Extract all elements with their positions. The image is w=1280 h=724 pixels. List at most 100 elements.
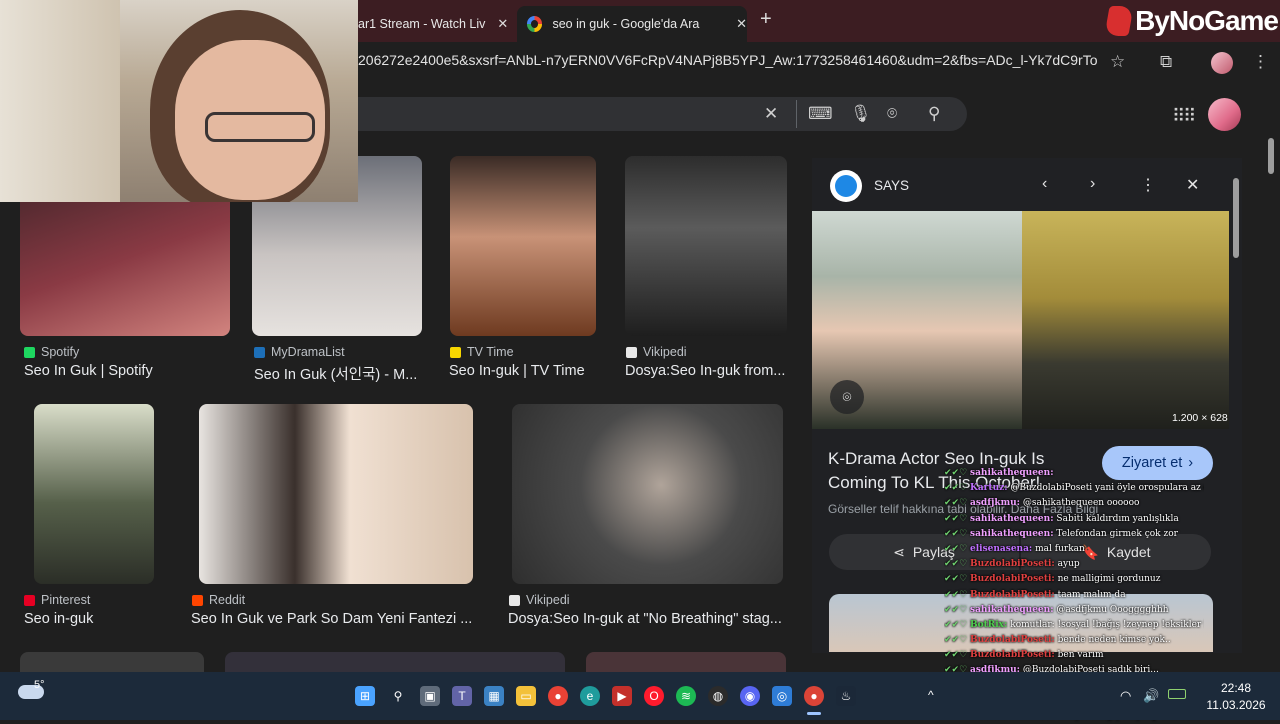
image-dimensions: 1.200 × 628 [1172,412,1228,424]
tvtime-icon [450,346,461,358]
chat-username: BotRix: [970,619,1008,630]
chat-text: bende neden kimse yok.. [1057,635,1171,646]
preview-image[interactable] [812,211,1229,429]
reddit-icon [192,594,203,606]
site-logo [830,170,862,202]
result-image[interactable] [225,652,565,672]
result-image[interactable] [20,652,204,672]
search-input[interactable] [340,97,967,131]
start-icon[interactable]: ⊞ [355,686,375,706]
result-image[interactable] [199,404,473,584]
widgets-icon[interactable]: ▦ [484,686,504,706]
chat-message: ✔✔♡ sahikathequeen: Telefondan girmek ço… [944,527,1204,542]
battery-icon[interactable] [1168,689,1186,699]
edge-icon[interactable]: e [580,686,600,706]
site-name[interactable]: SAYS [874,178,909,193]
system-clock[interactable]: 22:48 11.03.2026 [1200,680,1272,714]
chat-badge-icon: ✔✔♡ [944,650,971,661]
divider [796,100,797,128]
tab-stream[interactable]: ar1 Stream - Watch Liv ✕ [340,6,510,42]
chat-username: BuzdolabiPoseti: [970,650,1055,661]
time: 22:48 [1220,681,1252,695]
temperature: 5° [34,679,45,691]
result-title[interactable]: Seo In-guk | TV Time [449,363,599,379]
chat-username: BuzdolabiPoseti: [970,559,1055,570]
chat-message: ✔✔♡ elisenasena: mal furkan [944,542,1204,557]
obs-icon[interactable]: ◍ [708,686,728,706]
chat-badge-icon: ✔✔♡ [944,513,971,524]
discord-icon[interactable]: ◉ [740,686,760,706]
teams-icon[interactable]: T [452,686,472,706]
chat-message: ✔✔♡ BuzdolabiPoseti: taam malım da [944,588,1204,603]
next-icon[interactable]: › [1090,175,1095,193]
microphone-icon[interactable]: 🎙 [850,104,872,124]
wikipedia-icon [626,346,637,358]
result-source[interactable]: Pinterest [24,593,90,607]
previous-icon[interactable]: ‹ [1042,175,1047,193]
chat-message: ✔✔♡ sahikathequeen: Sabiti kaldırdım yan… [944,512,1204,527]
pinterest-icon [24,594,35,606]
wifi-icon[interactable]: ◠ [1120,688,1131,704]
search-icon[interactable]: ⚲ [388,686,408,706]
result-image[interactable] [450,156,596,336]
result-title[interactable]: Seo In Guk (서인국) - M... [254,363,424,384]
close-icon[interactable]: ✕ [736,16,747,32]
menu-kebab-icon[interactable]: ⋮ [1252,52,1269,72]
result-image[interactable] [625,156,787,336]
keyboard-icon[interactable]: ⌨ [808,104,833,124]
chat-message: ✔✔♡ BuzdolabiPoseti: ayup [944,557,1204,572]
account-avatar[interactable] [1208,98,1241,131]
chat-username: sahikathequeen: [970,513,1054,524]
extensions-icon[interactable]: ⧉ [1160,52,1172,72]
volume-icon[interactable]: 🔊 [1143,688,1159,704]
google-icon [527,16,543,32]
lens-icon[interactable]: ⌾ [830,380,864,414]
bookmark-star-icon[interactable]: ☆ [1110,52,1125,72]
tray-chevron-icon[interactable]: ^ [928,688,934,702]
file-explorer-icon[interactable]: ▭ [516,686,536,706]
app-icon[interactable]: ◎ [772,686,792,706]
result-image[interactable] [34,404,154,584]
result-source[interactable]: Spotify [24,345,79,359]
chat-username: elisenasena: [970,543,1033,554]
lens-icon[interactable]: ⌾ [887,104,897,124]
close-icon[interactable]: ✕ [497,16,508,32]
search-icon[interactable]: ⚲ [928,104,940,124]
result-image[interactable] [512,404,783,584]
url-field[interactable]: 206272e2400e5&sxsrf=ANbL-n7yERN0VV6FcRpV… [358,52,1098,68]
chat-message: ✔✔♡ BotRix: komutlar: !sosyal !bağış !ze… [944,618,1204,633]
profile-avatar[interactable] [1211,52,1233,74]
result-source[interactable]: Reddit [192,593,245,607]
result-title[interactable]: Seo In Guk ve Park So Dam Yeni Fantezi .… [191,611,476,627]
steam-icon[interactable]: ♨ [836,686,856,706]
panel-scrollbar[interactable] [1232,160,1240,650]
result-title[interactable]: Seo In Guk | Spotify [24,363,224,379]
result-source[interactable]: MyDramaList [254,345,345,359]
close-icon[interactable]: ✕ [1186,175,1199,195]
chat-badge-icon: ✔✔♡ [944,559,971,570]
result-source[interactable]: Vikipedi [509,593,570,607]
chat-text: @asdfjkmu Ooogggghhh [1056,604,1169,615]
chat-username: sahikathequeen: [970,468,1054,478]
spotify-icon[interactable]: ≋ [676,686,696,706]
result-image[interactable] [586,652,786,672]
result-source[interactable]: TV Time [450,345,514,359]
task-view-icon[interactable]: ▣ [420,686,440,706]
result-title[interactable]: Seo in-guk [24,611,174,627]
chat-username: Kartuz: [970,483,1008,494]
result-title[interactable]: Dosya:Seo In-guk at "No Breathing" stag.… [508,611,788,627]
new-tab-button[interactable]: + [760,8,772,31]
opera-icon[interactable]: O [644,686,664,706]
result-title[interactable]: Dosya:Seo In-guk from... [625,363,790,379]
apps-grid-icon[interactable]: ⠿⠿ [1172,106,1196,127]
chat-username: BuzdolabiPoseti: [970,635,1055,646]
chrome-icon[interactable]: ● [548,686,568,706]
more-options-icon[interactable]: ⋮ [1140,175,1156,195]
clear-icon[interactable]: ✕ [764,104,778,124]
chrome-icon[interactable]: ● [804,686,824,706]
chat-text: ben varım [1057,650,1104,661]
youtube-icon[interactable]: ▶ [612,686,632,706]
page-scrollbar[interactable] [1266,130,1276,670]
result-source[interactable]: Vikipedi [626,345,687,359]
tab-google-search[interactable]: seo in guk - Google'da Ara ✕ [517,6,747,42]
